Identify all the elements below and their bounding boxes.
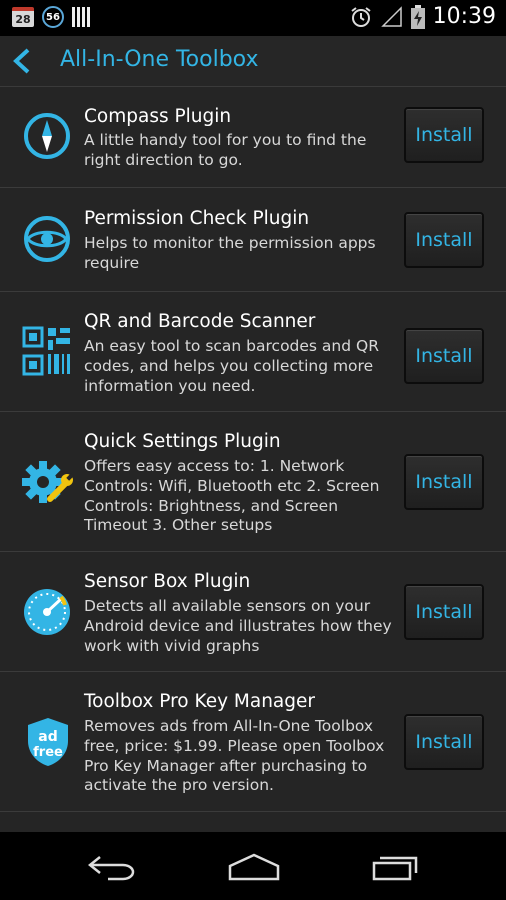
- install-button-permission-check[interactable]: Install: [404, 212, 484, 268]
- plugin-row-quick-settings: Quick Settings Plugin Offers easy access…: [0, 412, 506, 552]
- calendar-day: 28: [15, 12, 31, 26]
- ad-free-shield-icon: ad free: [24, 716, 72, 772]
- back-button[interactable]: [8, 47, 38, 79]
- plugin-title: Toolbox Pro Key Manager: [84, 691, 315, 712]
- barcode-icon: [72, 7, 90, 27]
- ad-free-icon-text-2: free: [33, 745, 63, 760]
- status-bar: 28 56 10:39: [0, 0, 506, 36]
- status-time: 10:39: [432, 4, 496, 29]
- plugin-description: An easy tool to scan barcodes and QR cod…: [84, 337, 379, 395]
- plugin-description: A little handy tool for you to find the …: [84, 131, 367, 169]
- action-bar: All-In-One Toolbox: [0, 36, 506, 87]
- install-button-qr-scanner[interactable]: Install: [404, 328, 484, 384]
- back-icon[interactable]: [87, 852, 138, 886]
- ad-free-icon-text-1: ad: [38, 729, 57, 745]
- plugin-title: Permission Check Plugin: [84, 208, 310, 229]
- plugin-title: QR and Barcode Scanner: [84, 311, 316, 332]
- gear-wrench-icon: [22, 457, 75, 511]
- gauge-icon: [22, 587, 72, 641]
- plugin-title: Compass Plugin: [84, 106, 232, 127]
- signal-icon: [380, 5, 402, 27]
- install-button-sensor-box[interactable]: Install: [404, 584, 484, 640]
- plugin-title: Sensor Box Plugin: [84, 571, 251, 592]
- circle-badge-icon: 56: [42, 6, 64, 28]
- system-icons: 10:39: [349, 4, 496, 29]
- plugin-row-qr-scanner: QR and Barcode Scanner An easy tool to s…: [0, 292, 506, 412]
- calendar-icon: 28: [12, 7, 34, 27]
- plugin-list[interactable]: Compass Plugin A little handy tool for y…: [0, 87, 506, 832]
- battery-charging-icon: [410, 4, 425, 29]
- plugin-description: Detects all available sensors on your An…: [84, 597, 392, 655]
- alarm-icon: [350, 6, 371, 27]
- plugin-description: Removes ads from All-In-One Toolbox free…: [84, 717, 385, 795]
- plugin-title: Quick Settings Plugin: [84, 431, 281, 452]
- chevron-left-icon: [13, 48, 30, 74]
- install-button-quick-settings[interactable]: Install: [404, 454, 484, 510]
- install-button-compass[interactable]: Install: [404, 107, 484, 163]
- recents-icon[interactable]: [370, 852, 420, 886]
- notification-icons: 28 56: [12, 6, 90, 28]
- navigation-bar: [0, 832, 506, 900]
- notification-count: 56: [46, 11, 60, 23]
- compass-icon: [22, 111, 72, 165]
- plugin-row-sensor-box: Sensor Box Plugin Detects all available …: [0, 552, 506, 672]
- eye-icon: [22, 214, 72, 268]
- qr-code-icon: [22, 326, 72, 380]
- page-title: All-In-One Toolbox: [60, 47, 259, 72]
- install-button-pro-key-manager[interactable]: Install: [404, 714, 484, 770]
- plugin-row-permission-check: Permission Check Plugin Helps to monitor…: [0, 188, 506, 292]
- plugin-description: Offers easy access to: 1. Network Contro…: [84, 457, 380, 535]
- plugin-row-pro-key-manager: ad free Toolbox Pro Key Manager Removes …: [0, 672, 506, 812]
- plugin-description: Helps to monitor the permission apps req…: [84, 234, 376, 272]
- plugin-row-compass: Compass Plugin A little handy tool for y…: [0, 87, 506, 188]
- home-icon[interactable]: [226, 852, 282, 886]
